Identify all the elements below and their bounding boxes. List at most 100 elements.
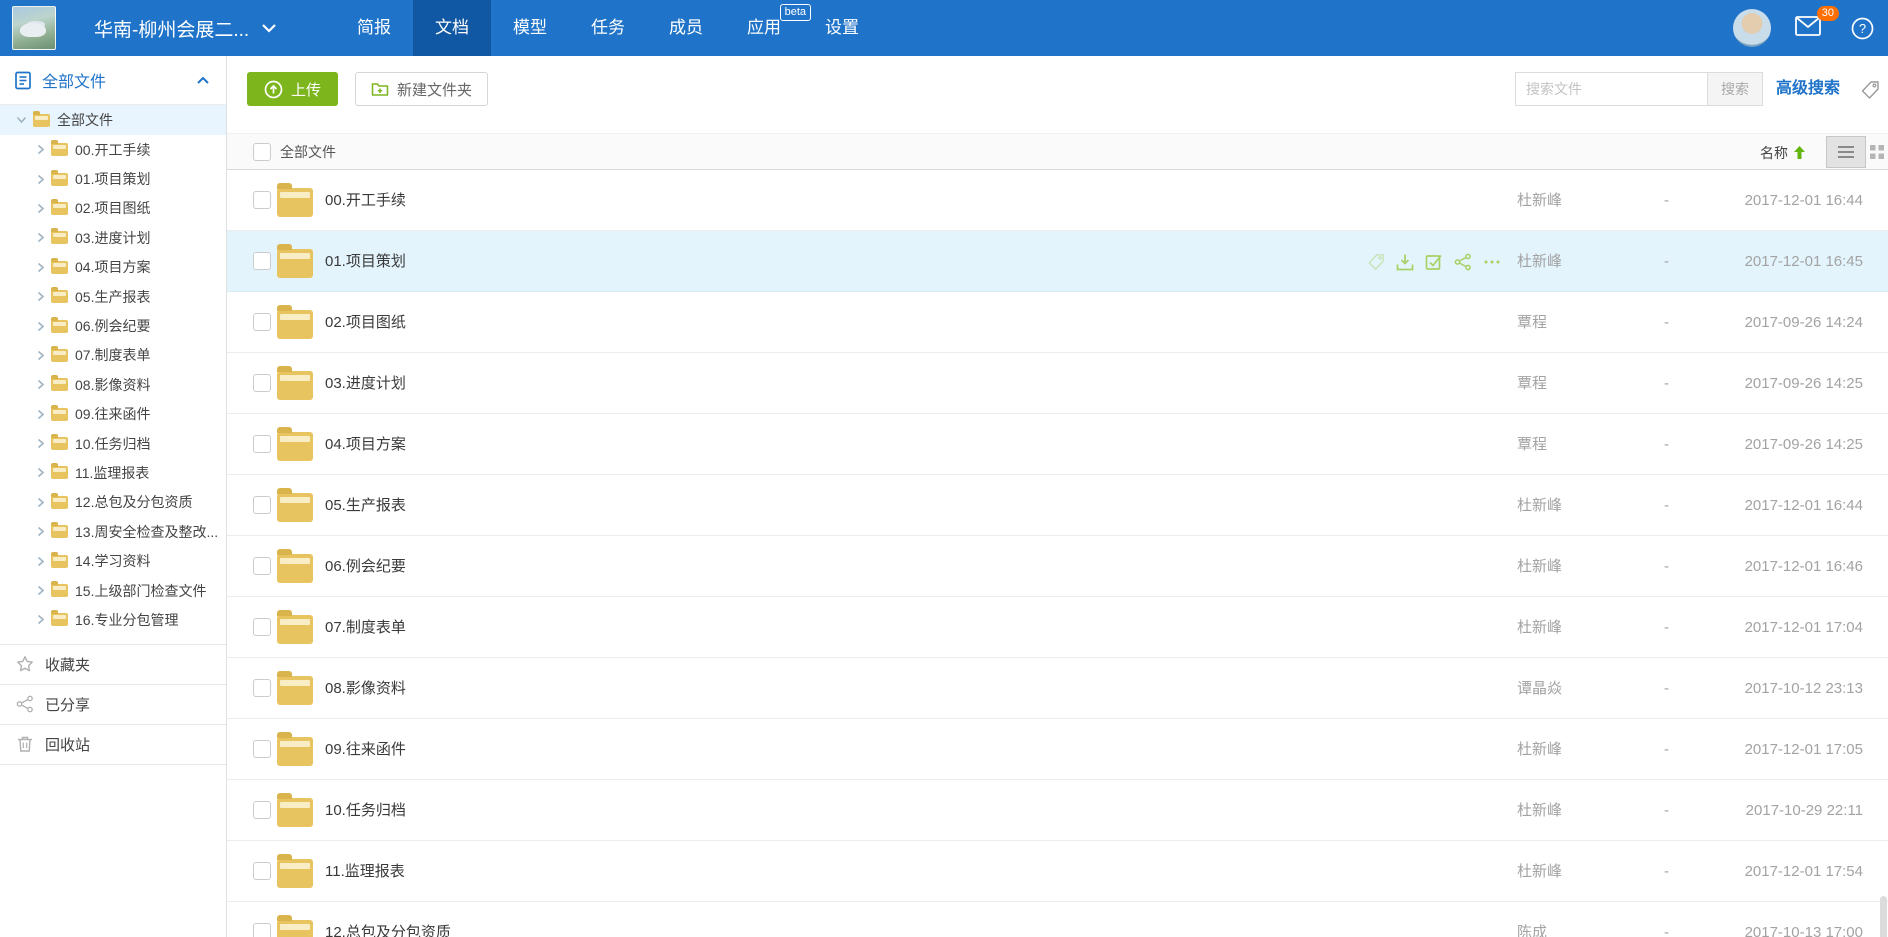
row-checkbox[interactable] [253, 313, 271, 331]
file-row[interactable]: 12.总包及分包资质 陈成 - 2017-10-13 17:00 [227, 902, 1888, 937]
nav-tab-成员[interactable]: 成员 [647, 0, 725, 56]
chevron-right-icon[interactable] [37, 232, 45, 243]
file-name[interactable]: 05.生产报表 [325, 475, 406, 536]
file-row[interactable]: 06.例会纪要 杜新峰 - 2017-12-01 16:46 [227, 536, 1888, 597]
scrollbar-thumb[interactable] [1880, 896, 1887, 937]
view-list-button[interactable] [1826, 136, 1866, 168]
check-action-icon[interactable] [1425, 253, 1443, 271]
chevron-right-icon[interactable] [37, 614, 45, 625]
upload-button[interactable]: 上传 [247, 72, 338, 106]
tree-item[interactable]: 03.进度计划 [0, 223, 226, 252]
tree-item[interactable]: 06.例会纪要 [0, 311, 226, 340]
nav-tab-设置[interactable]: 设置 [803, 0, 881, 56]
messages-button[interactable]: 30 [1795, 16, 1821, 41]
file-row[interactable]: 05.生产报表 杜新峰 - 2017-12-01 16:44 [227, 475, 1888, 536]
chevron-right-icon[interactable] [37, 526, 45, 537]
folder-icon[interactable] [277, 371, 313, 400]
tree-item[interactable]: 13.周安全检查及整改... [0, 517, 226, 546]
row-checkbox[interactable] [253, 740, 271, 758]
share-action-icon[interactable] [1454, 253, 1472, 271]
chevron-right-icon[interactable] [37, 174, 45, 185]
chevron-right-icon[interactable] [37, 379, 45, 390]
file-name[interactable]: 11.监理报表 [325, 841, 405, 902]
chevron-right-icon[interactable] [37, 585, 45, 596]
nav-tab-模型[interactable]: 模型 [491, 0, 569, 56]
folder-icon[interactable] [277, 737, 313, 766]
chevron-right-icon[interactable] [37, 203, 45, 214]
chevron-up-icon[interactable] [196, 76, 210, 85]
download-action-icon[interactable] [1396, 253, 1414, 271]
chevron-right-icon[interactable] [37, 350, 45, 361]
more-action-icon[interactable] [1483, 253, 1501, 271]
sidebar-header-all-files[interactable]: 全部文件 [0, 56, 226, 105]
tree-item[interactable]: 16.专业分包管理 [0, 605, 226, 634]
sidebar-item-favorites[interactable]: 收藏夹 [0, 645, 226, 685]
tree-item[interactable]: 08.影像资料 [0, 370, 226, 399]
file-row[interactable]: 07.制度表单 杜新峰 - 2017-12-01 17:04 [227, 597, 1888, 658]
tree-item[interactable]: 11.监理报表 [0, 458, 226, 487]
search-button[interactable]: 搜索 [1707, 72, 1763, 106]
file-name[interactable]: 10.任务归档 [325, 780, 406, 841]
file-row[interactable]: 09.往来函件 杜新峰 - 2017-12-01 17:05 [227, 719, 1888, 780]
file-name[interactable]: 09.往来函件 [325, 719, 406, 780]
row-checkbox[interactable] [253, 374, 271, 392]
tree-item[interactable]: 01.项目策划 [0, 164, 226, 193]
folder-icon[interactable] [277, 554, 313, 583]
new-folder-button[interactable]: 新建文件夹 [355, 72, 488, 106]
chevron-right-icon[interactable] [37, 409, 45, 420]
nav-tab-文档[interactable]: 文档 [413, 0, 491, 56]
select-all-checkbox[interactable] [253, 143, 271, 161]
file-name[interactable]: 04.项目方案 [325, 414, 406, 475]
chevron-right-icon[interactable] [37, 556, 45, 567]
row-checkbox[interactable] [253, 557, 271, 575]
file-row[interactable]: 00.开工手续 杜新峰 - 2017-12-01 16:44 [227, 170, 1888, 231]
project-switcher[interactable]: 华南-柳州会展二... [94, 0, 277, 56]
folder-icon[interactable] [277, 676, 313, 705]
row-checkbox[interactable] [253, 679, 271, 697]
file-row[interactable]: 11.监理报表 杜新峰 - 2017-12-01 17:54 [227, 841, 1888, 902]
tag-action-icon[interactable] [1367, 253, 1385, 271]
chevron-right-icon[interactable] [37, 321, 45, 332]
folder-icon[interactable] [277, 432, 313, 461]
row-checkbox[interactable] [253, 191, 271, 209]
tree-root-all-files[interactable]: 全部文件 [0, 105, 226, 135]
sort-by-name[interactable]: 名称 [1760, 134, 1805, 171]
folder-icon[interactable] [277, 798, 313, 827]
file-name[interactable]: 02.项目图纸 [325, 292, 406, 353]
advanced-search-link[interactable]: 高级搜索 [1776, 72, 1840, 106]
chevron-right-icon[interactable] [37, 438, 45, 449]
file-name[interactable]: 03.进度计划 [325, 353, 406, 414]
chevron-right-icon[interactable] [37, 262, 45, 273]
file-row[interactable]: 01.项目策划 杜新峰 - 2017-12-01 16:45 [227, 231, 1888, 292]
row-checkbox[interactable] [253, 252, 271, 270]
row-checkbox[interactable] [253, 618, 271, 636]
folder-icon[interactable] [277, 249, 313, 278]
tree-item[interactable]: 02.项目图纸 [0, 194, 226, 223]
search-input[interactable] [1515, 72, 1707, 106]
folder-icon[interactable] [277, 615, 313, 644]
tag-icon[interactable] [1860, 80, 1880, 100]
folder-icon[interactable] [277, 188, 313, 217]
file-row[interactable]: 03.进度计划 覃程 - 2017-09-26 14:25 [227, 353, 1888, 414]
tree-item[interactable]: 14.学习资料 [0, 546, 226, 575]
file-name[interactable]: 01.项目策划 [325, 231, 406, 292]
file-name[interactable]: 08.影像资料 [325, 658, 406, 719]
file-name[interactable]: 00.开工手续 [325, 170, 406, 231]
file-row[interactable]: 04.项目方案 覃程 - 2017-09-26 14:25 [227, 414, 1888, 475]
row-checkbox[interactable] [253, 801, 271, 819]
folder-icon[interactable] [277, 310, 313, 339]
row-checkbox[interactable] [253, 862, 271, 880]
row-checkbox[interactable] [253, 923, 271, 937]
folder-icon[interactable] [277, 920, 313, 937]
help-icon[interactable]: ? [1851, 17, 1874, 40]
file-name[interactable]: 06.例会纪要 [325, 536, 406, 597]
tree-item[interactable]: 12.总包及分包资质 [0, 488, 226, 517]
file-row[interactable]: 02.项目图纸 覃程 - 2017-09-26 14:24 [227, 292, 1888, 353]
tree-item[interactable]: 09.往来函件 [0, 400, 226, 429]
sidebar-item-shared[interactable]: 已分享 [0, 685, 226, 725]
chevron-right-icon[interactable] [37, 467, 45, 478]
row-checkbox[interactable] [253, 435, 271, 453]
folder-icon[interactable] [277, 859, 313, 888]
chevron-expanded-icon[interactable] [16, 116, 27, 124]
tree-item[interactable]: 15.上级部门检查文件 [0, 576, 226, 605]
